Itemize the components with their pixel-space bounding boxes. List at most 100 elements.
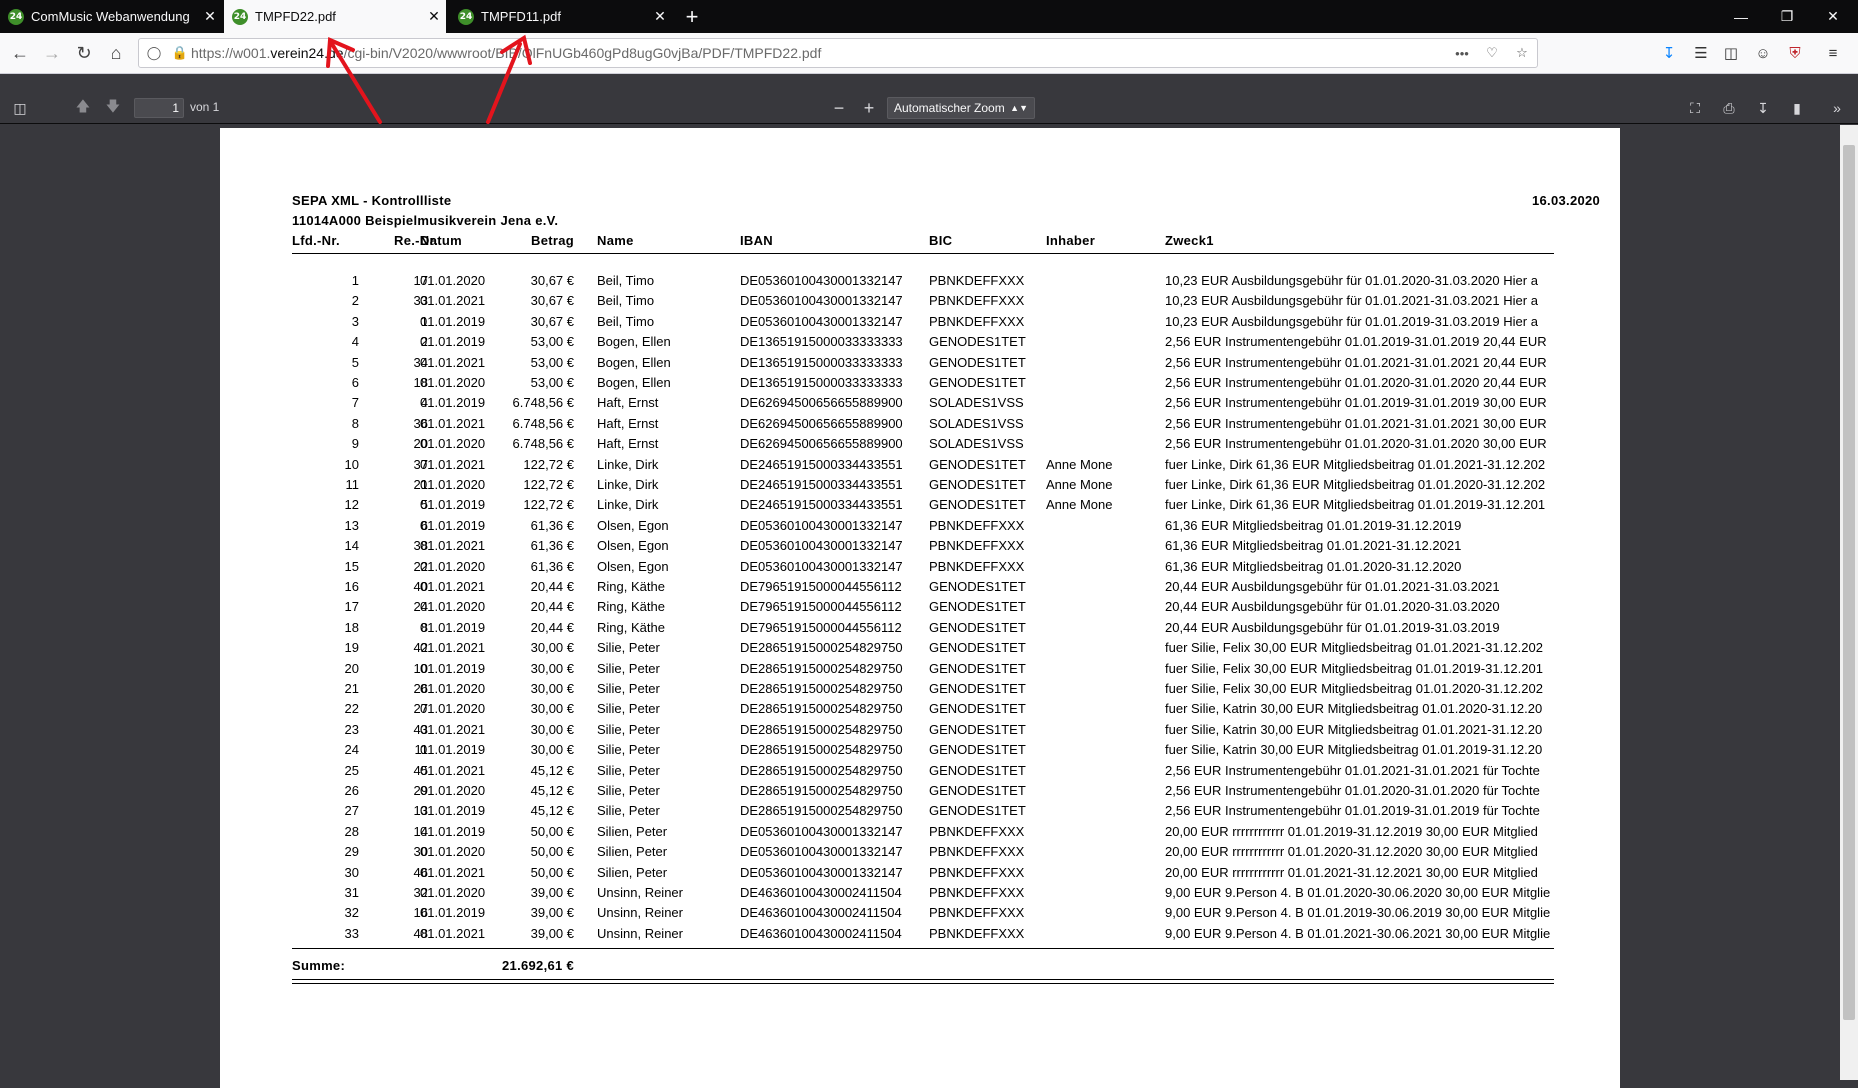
close-icon[interactable]: ✕ [422, 8, 446, 25]
shield-icon[interactable]: ◯ [139, 45, 169, 61]
table-row: 23 43 01.01.2021 30,00 € Silie, Peter DE28651… [220, 722, 1620, 742]
cell-zweck: 10,23 EUR Ausbildungsgebühr für 01.01.20… [1165, 293, 1538, 309]
menu-icon[interactable]: ≡ [1820, 40, 1846, 66]
tab-tmpfd22[interactable]: 24 TMPFD22.pdf ✕ [224, 0, 446, 33]
back-button[interactable]: ← [6, 39, 34, 67]
maximize-button[interactable]: ❐ [1764, 0, 1810, 33]
cell-betrag: 30,00 € [530, 660, 574, 676]
cell-zweck: fuer Silie, Katrin 30,00 EUR Mitgliedsbe… [1165, 721, 1543, 737]
reload-button[interactable]: ↻ [70, 39, 98, 67]
cell-name: Haft, Ernst [597, 395, 659, 411]
cell-betrag: 6.748,56 € [512, 436, 574, 452]
favicon-24-icon: 24 [8, 8, 24, 25]
next-page-icon[interactable]: 🡇 [100, 96, 126, 120]
close-icon[interactable]: ✕ [648, 8, 672, 25]
page-number-input[interactable]: 1 [134, 98, 184, 118]
sidebar-toggle-icon[interactable]: ◫ [7, 96, 33, 120]
new-tab-button[interactable]: + [677, 0, 707, 33]
cell-datum: 01.01.2021 [420, 293, 486, 309]
bookmark-star-icon[interactable]: ☆ [1507, 45, 1537, 61]
cell-datum: 01.01.2021 [420, 864, 486, 880]
cell-bic: GENODES1TET [929, 701, 1026, 717]
forward-button[interactable]: → [38, 39, 66, 67]
tab-tmpfd11[interactable]: 24 TMPFD11.pdf ✕ [450, 0, 672, 33]
cell-iban: DE46360100430002411504 [740, 905, 902, 921]
sidebar-icon[interactable]: ◫ [1718, 40, 1744, 66]
table-row: 17 24 01.01.2020 20,44 € Ring, Käthe DE796519… [220, 599, 1620, 619]
cell-zweck: 2,56 EUR Instrumentengebühr 01.01.2021-3… [1165, 415, 1547, 431]
cell-datum: 01.01.2020 [420, 436, 486, 452]
cell-betrag: 30,67 € [530, 313, 574, 329]
cell-zweck: 61,36 EUR Mitgliedsbeitrag 01.01.2019-31… [1165, 517, 1462, 533]
cell-zweck: 2,56 EUR Instrumentengebühr 01.01.2021-3… [1165, 354, 1547, 370]
column-header-bic: BIC [929, 233, 953, 248]
zoom-select[interactable]: Automatischer Zoom ▲▼ [887, 97, 1035, 119]
download-icon[interactable]: ↧ [1656, 40, 1682, 66]
cell-name: Silie, Peter [597, 721, 660, 737]
close-window-button[interactable]: ✕ [1810, 0, 1856, 33]
table-row: 28 14 01.01.2019 50,00 € Silien, Peter DE0536… [220, 824, 1620, 844]
cell-lfd: 21 [344, 681, 359, 696]
print-icon[interactable]: ⎙ [1716, 96, 1742, 120]
cell-bic: GENODES1TET [929, 721, 1026, 737]
close-icon[interactable]: ✕ [198, 8, 222, 25]
more-actions-icon[interactable]: ••• [1447, 46, 1477, 61]
cell-lfd: 6 [351, 375, 359, 390]
table-row: 12 5 01.01.2019 122,72 € Linke, Dirk DE246519… [220, 497, 1620, 517]
scrollbar-thumb[interactable] [1843, 145, 1855, 1020]
bookmark-icon[interactable]: ▮ [1784, 96, 1810, 120]
save-icon[interactable]: ↧ [1750, 96, 1776, 120]
cell-zweck: 2,56 EUR Instrumentengebühr 01.01.2020-3… [1165, 436, 1547, 452]
minimize-button[interactable]: — [1718, 0, 1764, 33]
cell-bic: PBNKDEFFXXX [929, 844, 1025, 860]
cell-betrag: 20,44 € [530, 579, 574, 594]
cell-bic: PBNKDEFFXXX [929, 823, 1025, 839]
cell-iban: DE13651915000033333333 [740, 354, 903, 370]
previous-page-icon[interactable]: 🡅 [70, 96, 96, 120]
presentation-mode-icon[interactable]: ⛶ [1682, 96, 1708, 120]
cell-betrag: 45,12 € [530, 803, 574, 819]
pocket-icon[interactable]: ♡ [1477, 45, 1507, 61]
cell-bic: PBNKDEFFXXX [929, 905, 1025, 921]
cell-bic: PBNKDEFFXXX [929, 273, 1025, 288]
tools-icon[interactable]: » [1824, 96, 1850, 120]
cell-zweck: 2,56 EUR Instrumentengebühr 01.01.2020-3… [1165, 783, 1540, 798]
cell-bic: PBNKDEFFXXX [929, 538, 1025, 554]
cell-lfd: 18 [344, 619, 359, 635]
sum-divider [292, 948, 1554, 949]
lock-icon[interactable]: 🔒 [169, 45, 191, 61]
cell-iban: DE79651915000044556112 [740, 599, 902, 615]
cell-datum: 01.01.2020 [420, 885, 486, 900]
ublock-icon[interactable]: ⛨ [1782, 40, 1808, 66]
sum-value: 21.692,61 € [502, 958, 574, 973]
cell-name: Silie, Peter [597, 701, 660, 717]
cell-name: Silie, Peter [597, 742, 660, 758]
sum-double-underline [292, 983, 1554, 984]
cell-bic: PBNKDEFFXXX [929, 313, 1025, 329]
header-divider [292, 253, 1554, 254]
tab-commusic[interactable]: 24 ComMusic Webanwendung ✕ [0, 0, 222, 33]
cell-iban: DE05360100430001332147 [740, 538, 903, 554]
column-header-iban: IBAN [740, 233, 773, 248]
chevron-updown-icon: ▲▼ [1010, 103, 1028, 113]
cell-lfd: 19 [344, 640, 359, 656]
account-icon[interactable]: ☺ [1750, 40, 1776, 66]
cell-betrag: 20,44 € [530, 599, 574, 615]
cell-lfd: 26 [344, 783, 359, 798]
cell-bic: GENODES1TET [929, 334, 1026, 350]
cell-iban: DE28651915000254829750 [740, 803, 903, 819]
cell-iban: DE62694500656655889900 [740, 395, 903, 411]
home-button[interactable]: ⌂ [102, 39, 130, 67]
zoom-in-button[interactable]: + [856, 96, 882, 120]
cell-bic: PBNKDEFFXXX [929, 885, 1025, 900]
document-title: SEPA XML - Kontrollliste [292, 193, 452, 208]
cell-lfd: 10 [344, 456, 359, 472]
zoom-out-button[interactable]: − [826, 96, 852, 120]
cell-inhaber: Anne Mone [1046, 497, 1113, 513]
url-bar[interactable]: ◯ 🔒 https://w001.verein24.de/cgi-bin/V20… [138, 38, 1538, 68]
url-text[interactable]: https://w001.verein24.de/cgi-bin/V2020/w… [191, 45, 1447, 61]
cell-name: Haft, Ernst [597, 415, 659, 431]
library-icon[interactable]: ☰ [1688, 40, 1714, 66]
table-row: 27 13 01.01.2019 45,12 € Silie, Peter DE28651… [220, 803, 1620, 823]
column-header-name: Name [597, 233, 634, 248]
